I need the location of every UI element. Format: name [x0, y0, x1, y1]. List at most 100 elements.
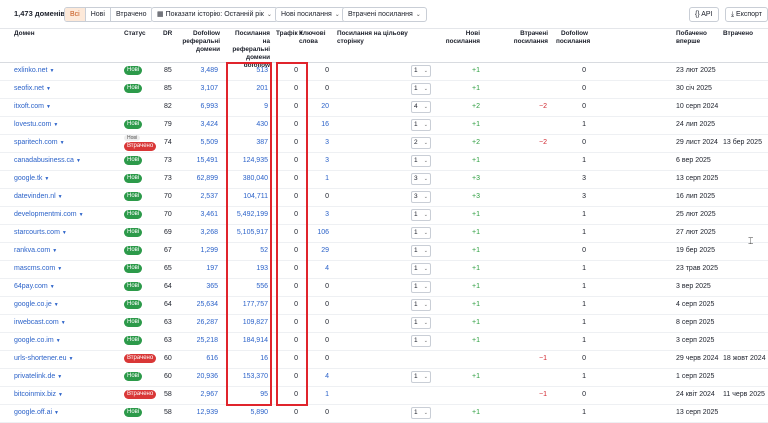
domain-link[interactable]: google.tk ▼ — [14, 175, 49, 183]
caret-down-icon[interactable]: ▼ — [57, 374, 62, 380]
dofollow-ref-value[interactable]: 616 — [178, 355, 218, 363]
col-dofollow-links[interactable]: Dofollow посилання — [556, 30, 590, 46]
dofollow-ref-value[interactable]: 26,287 — [178, 319, 218, 327]
keywords-value[interactable]: 0 — [300, 409, 329, 417]
col-first-seen[interactable]: Побачено вперше — [676, 30, 716, 46]
caret-down-icon[interactable]: ▼ — [58, 194, 63, 200]
domain-link[interactable]: google.co.je ▼ — [14, 301, 59, 309]
links-target-select[interactable]: 1 ⌄ — [411, 281, 431, 293]
links-target-select[interactable]: 1 ⌄ — [411, 317, 431, 329]
caret-down-icon[interactable]: ▼ — [52, 248, 57, 254]
caret-down-icon[interactable]: ▼ — [54, 410, 59, 416]
col-keywords[interactable]: Ключові слова — [299, 30, 333, 46]
links-target-select[interactable]: 1 ⌄ — [411, 299, 431, 311]
domain-link[interactable]: google.off.ai ▼ — [14, 409, 59, 417]
domain-link[interactable]: irwebcast.com ▼ — [14, 319, 66, 327]
domain-link[interactable]: 64pay.com ▼ — [14, 283, 55, 291]
domain-link[interactable]: itxoft.com ▼ — [14, 103, 51, 111]
col-lost[interactable]: Втрачено — [723, 30, 753, 38]
dofollow-ref-value[interactable]: 6,993 — [178, 103, 218, 111]
domain-link[interactable]: bitcoinmix.biz ▼ — [14, 391, 63, 399]
domain-link[interactable]: canadabusiness.ca ▼ — [14, 157, 81, 165]
new-links-button[interactable]: Нові посилання ⌄ — [275, 7, 346, 22]
caret-down-icon[interactable]: ▼ — [79, 212, 84, 218]
caret-down-icon[interactable]: ▼ — [61, 320, 66, 326]
domain-link[interactable]: developmentmi.com ▼ — [14, 211, 84, 219]
dofollow-ref-value[interactable]: 12,939 — [178, 409, 218, 417]
col-links-target[interactable]: Посилання на цільову сторінку — [337, 30, 433, 46]
domain-link[interactable]: sparitech.com ▼ — [14, 139, 65, 147]
links-target-select[interactable]: 1 ⌄ — [411, 65, 431, 77]
caret-down-icon[interactable]: ▼ — [60, 140, 65, 146]
domain-link[interactable]: rankva.com ▼ — [14, 247, 57, 255]
links-target-select[interactable]: 2 ⌄ — [411, 137, 431, 149]
caret-down-icon[interactable]: ▼ — [46, 104, 51, 110]
caret-down-icon[interactable]: ▼ — [69, 356, 74, 362]
domain-link[interactable]: seofix.net ▼ — [14, 85, 51, 93]
dofollow-ref-value[interactable]: 3,489 — [178, 67, 218, 75]
dofollow-ref-value[interactable]: 25,634 — [178, 301, 218, 309]
links-target-select[interactable]: 4 ⌄ — [411, 101, 431, 113]
col-lost-links[interactable]: Втрачені посилання — [486, 30, 548, 46]
col-dofollow-ref[interactable]: Dofollow реферальні домени — [178, 30, 220, 54]
history-button[interactable]: ▦ Показати історію: Останній рік ⌄ — [151, 7, 278, 22]
dr-value: 70 — [164, 211, 172, 218]
dofollow-ref-value[interactable]: 3,424 — [178, 121, 218, 129]
col-status[interactable]: Статус — [124, 30, 146, 38]
domain-link[interactable]: google.co.im ▼ — [14, 337, 61, 345]
col-domain[interactable]: Домен — [14, 30, 35, 38]
domain-link[interactable]: lovestu.com ▼ — [14, 121, 58, 129]
links-target-select[interactable]: 1 ⌄ — [411, 335, 431, 347]
caret-down-icon[interactable]: ▼ — [50, 284, 55, 290]
domain-link[interactable]: mascms.com ▼ — [14, 265, 62, 273]
segment-all[interactable]: Всі — [65, 8, 85, 21]
links-target-select[interactable]: 1 ⌄ — [411, 227, 431, 239]
dofollow-ref-value[interactable]: 20,936 — [178, 373, 218, 381]
domain-link[interactable]: starcourts.com ▼ — [14, 229, 67, 237]
dofollow-ref-value[interactable]: 62,899 — [178, 175, 218, 183]
dofollow-ref-value[interactable]: 197 — [178, 265, 218, 273]
col-new-links[interactable]: Нові посилання — [436, 30, 480, 46]
api-button[interactable]: {} API — [689, 7, 719, 22]
caret-down-icon[interactable]: ▼ — [62, 230, 67, 236]
links-target-select[interactable]: 1 ⌄ — [411, 119, 431, 131]
caret-down-icon[interactable]: ▼ — [57, 266, 62, 272]
links-ref-value[interactable]: 5,890 — [226, 409, 268, 417]
dofollow-ref-value[interactable]: 1,299 — [178, 247, 218, 255]
dofollow-ref-value[interactable]: 3,461 — [178, 211, 218, 219]
segment-lost[interactable]: Втрачено — [109, 8, 152, 21]
dofollow-ref-value[interactable]: 25,218 — [178, 337, 218, 345]
domain-link[interactable]: privatelink.de ▼ — [14, 373, 62, 381]
dofollow-ref-value[interactable]: 5,509 — [178, 139, 218, 147]
export-button[interactable]: ⤓ Експорт — [725, 7, 768, 22]
dofollow-ref-value[interactable]: 365 — [178, 283, 218, 291]
dofollow-ref-value[interactable]: 3,107 — [178, 85, 218, 93]
links-target-select[interactable]: 1 ⌄ — [411, 155, 431, 167]
links-target-select[interactable]: 1 ⌄ — [411, 209, 431, 221]
dofollow-ref-value[interactable]: 2,537 — [178, 193, 218, 201]
domain-link[interactable]: urls-shortener.eu ▼ — [14, 355, 73, 363]
links-target-select[interactable]: 1 ⌄ — [411, 245, 431, 257]
caret-down-icon[interactable]: ▼ — [58, 392, 63, 398]
links-target-select[interactable]: 1 ⌄ — [411, 263, 431, 275]
caret-down-icon[interactable]: ▼ — [54, 302, 59, 308]
segment-new[interactable]: Нові — [84, 8, 110, 21]
links-target-select[interactable]: 3 ⌄ — [411, 173, 431, 185]
caret-down-icon[interactable]: ▼ — [76, 158, 81, 164]
caret-down-icon[interactable]: ▼ — [46, 86, 51, 92]
lost-links-button[interactable]: Втрачені посилання ⌄ — [342, 7, 427, 22]
links-target-select[interactable]: 3 ⌄ — [411, 191, 431, 203]
dofollow-ref-value[interactable]: 3,268 — [178, 229, 218, 237]
col-dr[interactable]: DR — [163, 30, 172, 38]
dofollow-ref-value[interactable]: 2,967 — [178, 391, 218, 399]
links-target-select[interactable]: 1 ⌄ — [411, 83, 431, 95]
domain-link[interactable]: exlinko.net ▼ — [14, 67, 54, 75]
dofollow-ref-value[interactable]: 15,491 — [178, 157, 218, 165]
links-target-select[interactable]: 1 ⌄ — [411, 371, 431, 383]
caret-down-icon[interactable]: ▼ — [49, 68, 54, 74]
dofollow-links-value: 1 — [582, 229, 586, 236]
domain-link[interactable]: datevinden.nl ▼ — [14, 193, 63, 201]
caret-down-icon[interactable]: ▼ — [53, 122, 58, 128]
caret-down-icon[interactable]: ▼ — [44, 176, 49, 182]
caret-down-icon[interactable]: ▼ — [56, 338, 61, 344]
